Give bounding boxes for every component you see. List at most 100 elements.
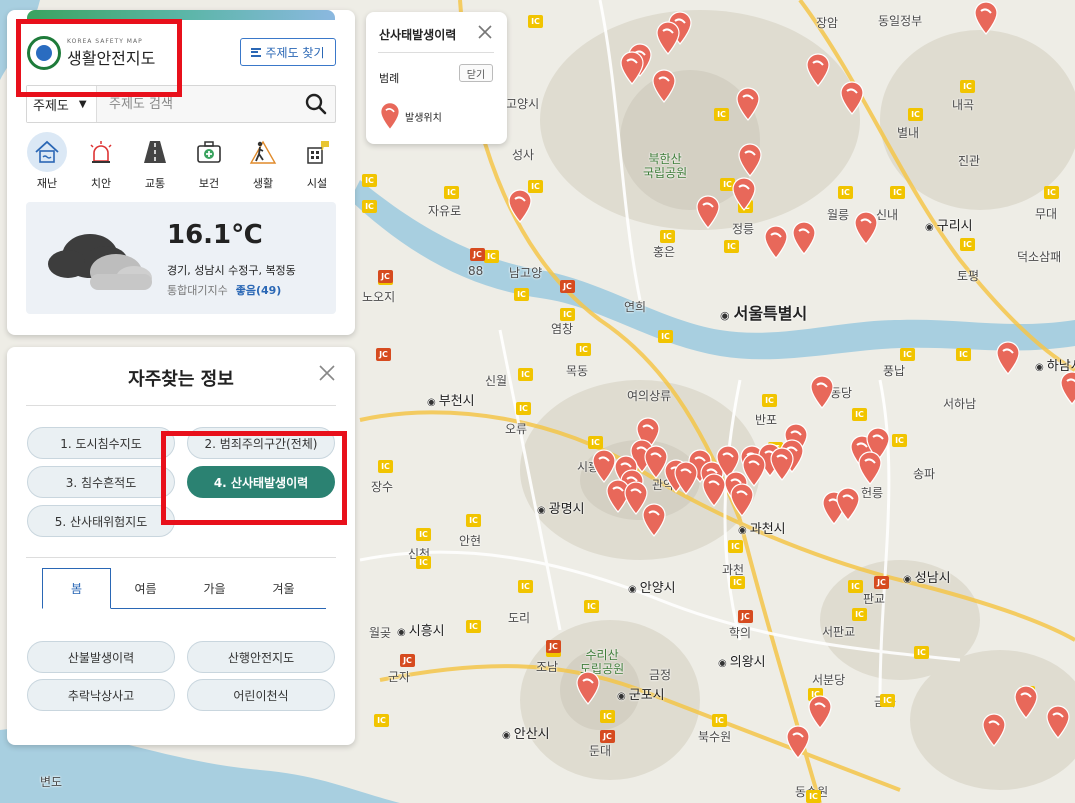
landslide-pin-icon[interactable] xyxy=(807,695,833,729)
theme-select[interactable]: 주제도 ▼ xyxy=(27,86,97,122)
frequent-item-1[interactable]: 1. 도시침수지도 xyxy=(27,427,175,459)
building-icon xyxy=(297,132,337,172)
landslide-pin-icon[interactable] xyxy=(1013,685,1039,719)
ic-marker-icon: IC xyxy=(712,714,727,727)
panel-top-bar xyxy=(27,10,335,20)
landslide-pin-icon[interactable] xyxy=(695,195,721,229)
ic-marker-icon: IC xyxy=(892,434,907,447)
tab-spring[interactable]: 봄 xyxy=(42,568,111,609)
landslide-pin-icon[interactable] xyxy=(735,87,761,121)
season-item-4[interactable]: 어린이천식 xyxy=(187,679,335,711)
ic-marker-icon: IC xyxy=(890,186,905,199)
frequent-item-4[interactable]: 4. 산사태발생이력 xyxy=(187,466,335,498)
ic-marker-icon: IC xyxy=(956,348,971,361)
landslide-pin-icon[interactable] xyxy=(655,21,681,55)
tab-winter[interactable]: 겨울 xyxy=(249,568,318,609)
ic-marker-icon: IC xyxy=(848,580,863,593)
ic-marker-icon: IC xyxy=(728,540,743,553)
place-label: 서판교 xyxy=(822,625,856,639)
ic-marker-icon: IC xyxy=(960,238,975,251)
landslide-pin-icon[interactable] xyxy=(835,487,861,521)
landslide-pin-icon[interactable] xyxy=(1059,371,1075,405)
park-label: 북한산 국립공원 xyxy=(643,152,688,180)
landslide-pin-icon[interactable] xyxy=(809,375,835,409)
place-label: 조남 xyxy=(536,660,559,674)
landslide-pin-icon[interactable] xyxy=(729,483,755,517)
category-traffic[interactable]: 교통 xyxy=(129,132,181,191)
landslide-pin-icon[interactable] xyxy=(857,451,883,485)
landslide-pin-icon[interactable] xyxy=(641,503,667,537)
landslide-pin-icon[interactable] xyxy=(741,453,767,487)
legend-subtitle: 범례 xyxy=(379,72,400,85)
weather-card: 16.1℃ 경기, 성남시 수정구, 복정동 통합대기지수 좋음(49) xyxy=(26,202,336,314)
legend-panel: 산사태발생이력 범례 닫기 발생위치 xyxy=(366,12,507,144)
landslide-pin-icon[interactable] xyxy=(785,725,811,759)
landslide-pin-icon[interactable] xyxy=(769,447,795,481)
landslide-pin-icon[interactable] xyxy=(839,81,865,115)
close-icon[interactable] xyxy=(318,364,336,382)
category-life[interactable]: 생활 xyxy=(237,132,289,191)
landslide-pin-icon[interactable] xyxy=(619,51,645,85)
ic-marker-icon: IC xyxy=(584,600,599,613)
category-label: 보건 xyxy=(198,177,220,190)
landslide-pin-icon[interactable] xyxy=(995,341,1021,375)
category-security[interactable]: 치안 xyxy=(75,132,127,191)
category-disaster[interactable]: 재난 xyxy=(21,132,73,191)
landslide-pin-icon[interactable] xyxy=(651,69,677,103)
tab-autumn[interactable]: 가을 xyxy=(180,568,249,609)
landslide-pin-icon[interactable] xyxy=(737,143,763,177)
theme-find-button[interactable]: 주제도 찾기 xyxy=(240,38,336,66)
landslide-pin-icon[interactable] xyxy=(575,671,601,705)
landslide-pin-icon[interactable] xyxy=(791,221,817,255)
landslide-pin-icon[interactable] xyxy=(805,53,831,87)
ic-marker-icon: IC xyxy=(416,556,431,569)
category-facility[interactable]: 시설 xyxy=(291,132,343,191)
search-button[interactable] xyxy=(297,86,335,122)
ic-marker-icon: IC xyxy=(900,348,915,361)
landslide-pin-icon[interactable] xyxy=(973,1,999,35)
place-label: 무대 xyxy=(1035,207,1058,221)
jc-marker-icon: JC xyxy=(400,654,415,667)
ic-marker-icon: IC xyxy=(416,528,431,541)
legend-close-button[interactable]: 닫기 xyxy=(459,64,493,82)
ic-marker-icon: IC xyxy=(852,408,867,421)
season-tabs: 봄 여름 가을 겨울 xyxy=(42,568,326,609)
landslide-pin-icon[interactable] xyxy=(1045,705,1071,739)
place-label: 송파 xyxy=(913,467,936,481)
landslide-pin-icon[interactable] xyxy=(673,461,699,495)
season-item-2[interactable]: 산행안전지도 xyxy=(187,641,335,673)
place-label: 목동 xyxy=(566,364,589,378)
ic-marker-icon: IC xyxy=(960,80,975,93)
landslide-pin-icon[interactable] xyxy=(763,225,789,259)
landslide-pin-icon[interactable] xyxy=(981,713,1007,747)
season-item-3[interactable]: 추락낙상사고 xyxy=(27,679,175,711)
ic-marker-icon: IC xyxy=(466,620,481,633)
category-bar: 재난 치안 교통 보건 생활 시설 xyxy=(21,132,343,191)
ic-marker-icon: IC xyxy=(724,240,739,253)
frequent-item-2[interactable]: 2. 범죄주의구간(전체) xyxy=(187,427,335,459)
place-label: 신월 xyxy=(485,374,508,388)
search-input[interactable] xyxy=(97,86,297,122)
place-label: 부천시 xyxy=(427,390,475,409)
frequent-item-5[interactable]: 5. 산사태위험지도 xyxy=(27,505,175,537)
frequent-item-3[interactable]: 3. 침수흔적도 xyxy=(27,466,175,498)
tab-summer[interactable]: 여름 xyxy=(111,568,180,609)
ic-marker-icon: IC xyxy=(714,108,729,121)
place-label: 구리시 xyxy=(925,215,973,234)
place-label: 장수 xyxy=(371,480,394,494)
season-item-1[interactable]: 산불발생이력 xyxy=(27,641,175,673)
landslide-pin-icon[interactable] xyxy=(853,211,879,245)
landslide-pin-icon[interactable] xyxy=(507,189,533,223)
category-label: 재난 xyxy=(36,177,58,190)
ic-marker-icon: IC xyxy=(806,790,821,803)
ic-marker-icon: IC xyxy=(444,186,459,199)
category-health[interactable]: 보건 xyxy=(183,132,235,191)
landslide-pin-icon[interactable] xyxy=(731,177,757,211)
logo[interactable]: KOREA SAFETY MAP 생활안전지도 xyxy=(27,36,155,70)
ic-marker-icon: IC xyxy=(880,694,895,707)
jc-marker-icon: JC xyxy=(738,610,753,623)
place-label: 토평 xyxy=(957,269,980,283)
close-icon[interactable] xyxy=(477,24,493,40)
ic-marker-icon: IC xyxy=(528,15,543,28)
place-label: 안현 xyxy=(459,534,482,548)
